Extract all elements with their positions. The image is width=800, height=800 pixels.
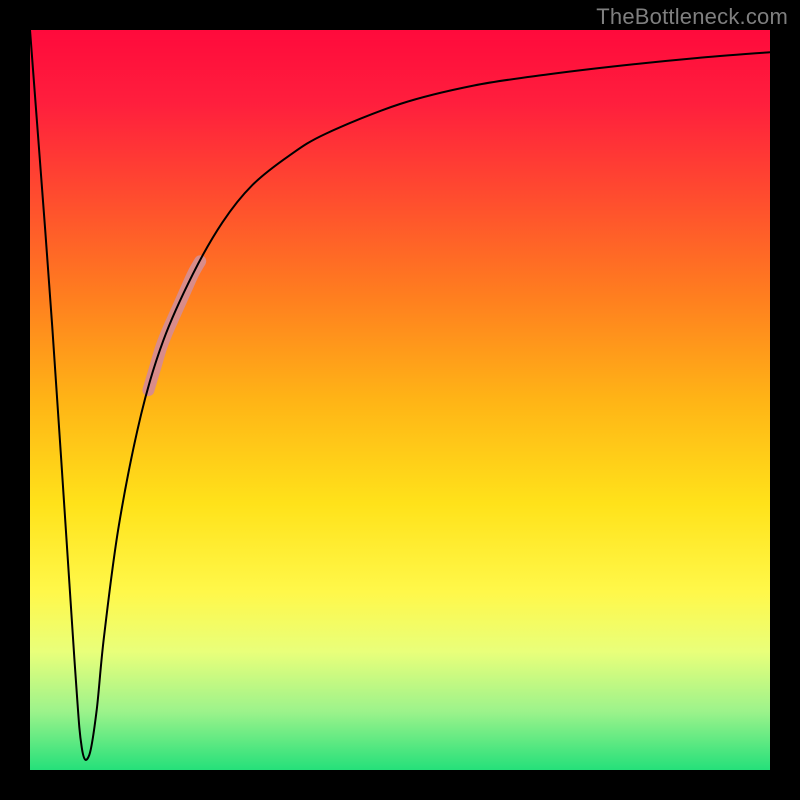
- highlight-segment: [148, 261, 200, 390]
- main-curve: [30, 30, 770, 760]
- curve-svg: [30, 30, 770, 770]
- plot-area: [30, 30, 770, 770]
- watermark-text: TheBottleneck.com: [596, 4, 788, 30]
- chart-frame: TheBottleneck.com: [0, 0, 800, 800]
